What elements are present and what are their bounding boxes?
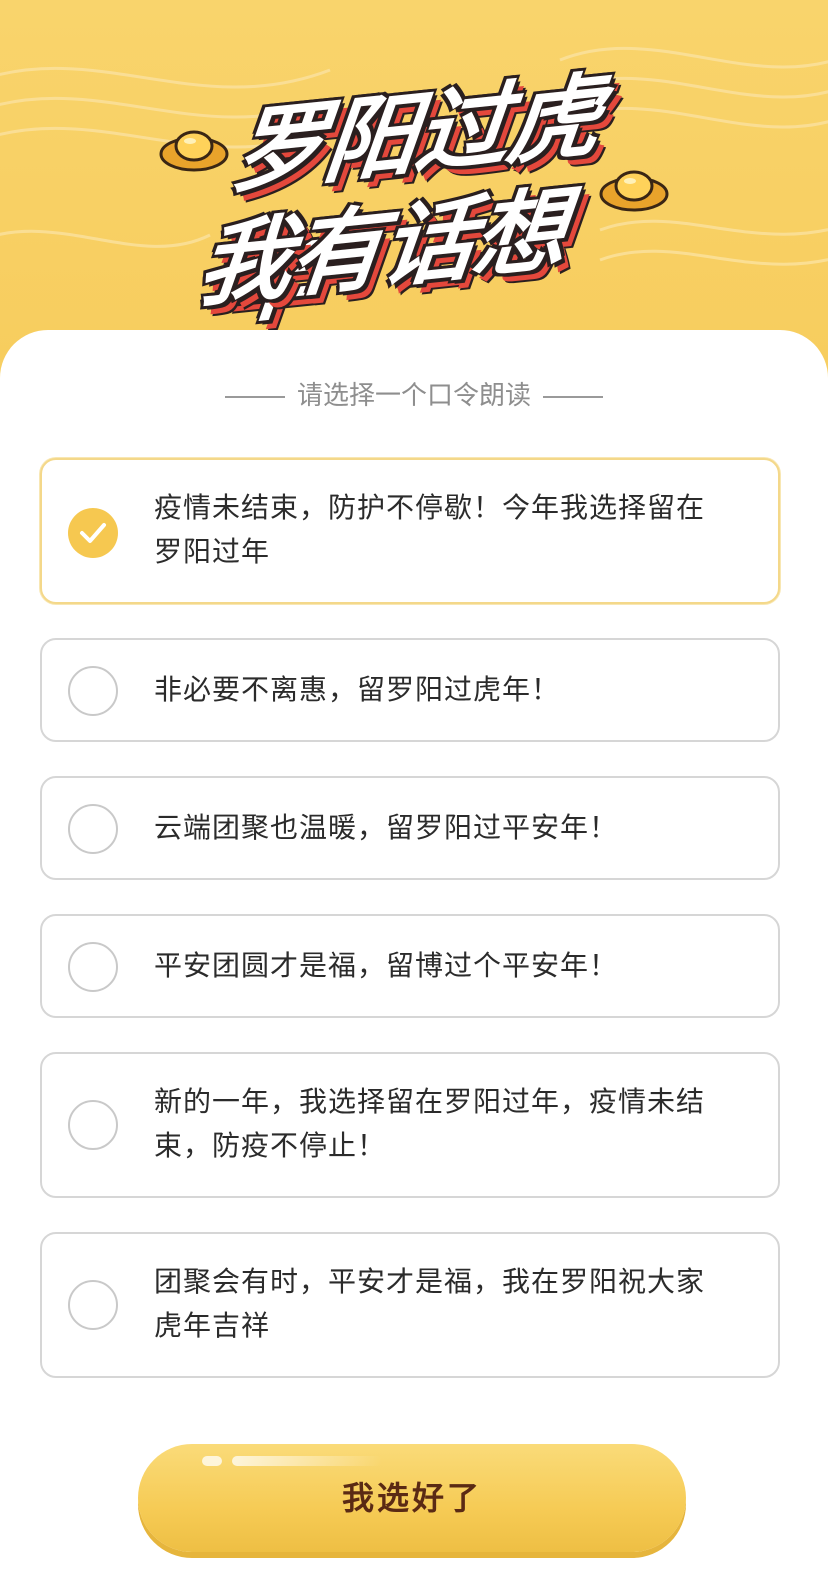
option-item[interactable]: 非必要不离惠，留罗阳过虎年！	[40, 638, 780, 742]
button-highlight	[202, 1456, 222, 1466]
confirm-button-label: 我选好了	[341, 1479, 482, 1517]
option-item[interactable]: 平安团圆才是福，留博过个平安年！	[40, 914, 780, 1018]
confirm-button[interactable]: 我选好了	[138, 1444, 686, 1552]
radio-unchecked-icon[interactable]	[68, 666, 118, 716]
divider-line	[543, 395, 603, 398]
option-item[interactable]: 云端团聚也温暖，留罗阳过平安年！	[40, 776, 780, 880]
checkmark-icon	[80, 523, 106, 543]
radio-checked-icon[interactable]	[68, 508, 118, 558]
radio-unchecked-icon[interactable]	[68, 1280, 118, 1330]
instruction-prompt: 请选择一个口令朗读	[0, 378, 828, 414]
radio-unchecked-icon[interactable]	[68, 1100, 118, 1150]
header-banner: 罗阳过虎年 我有话想说	[0, 0, 828, 360]
option-item[interactable]: 疫情未结束，防护不停歇！今年我选择留在罗阳过年	[40, 458, 780, 604]
option-text: 非必要不离惠，留罗阳过虎年！	[154, 673, 561, 706]
instruction-text: 请选择一个口令朗读	[296, 381, 531, 411]
option-text: 云端团聚也温暖，留罗阳过平安年！	[154, 811, 619, 844]
option-text: 新的一年，我选择留在罗阳过年，疫情未结束，防疫不停止！	[154, 1085, 706, 1162]
button-highlight	[232, 1456, 382, 1466]
option-text: 疫情未结束，防护不停歇！今年我选择留在罗阳过年	[154, 491, 706, 568]
option-item[interactable]: 新的一年，我选择留在罗阳过年，疫情未结束，防疫不停止！	[40, 1052, 780, 1198]
divider-line	[224, 395, 285, 398]
option-text: 团聚会有时，平安才是福，我在罗阳祝大家虎年吉祥	[154, 1265, 706, 1342]
radio-unchecked-icon[interactable]	[68, 804, 118, 854]
radio-unchecked-icon[interactable]	[68, 942, 118, 992]
banner-title: 罗阳过虎年 我有话想说	[179, 48, 620, 360]
option-item[interactable]: 团聚会有时，平安才是福，我在罗阳祝大家虎年吉祥	[40, 1232, 780, 1378]
option-text: 平安团圆才是福，留博过个平安年！	[154, 949, 619, 982]
